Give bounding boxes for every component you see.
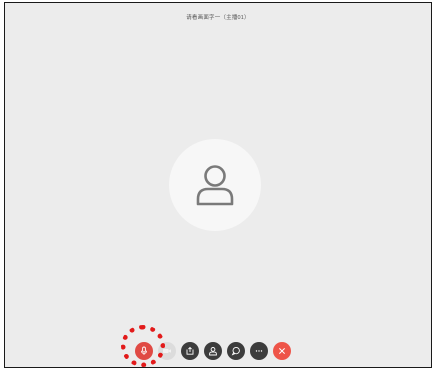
video-call-window: 请看画面字一（主播01） [4, 2, 432, 368]
share-screen-icon [186, 346, 194, 355]
video-button[interactable] [158, 342, 176, 360]
person-icon [209, 347, 217, 356]
meeting-title: 请看画面字一（主播01） [186, 15, 250, 21]
more-button[interactable] [250, 342, 268, 360]
participant-avatar [169, 139, 261, 231]
hang-up-button[interactable] [273, 342, 291, 360]
share-screen-button[interactable] [181, 342, 199, 360]
call-toolbar [135, 341, 296, 361]
microphone-icon [141, 346, 147, 355]
close-icon [279, 348, 285, 354]
video-icon [163, 349, 171, 353]
microphone-button[interactable] [135, 342, 153, 360]
ellipsis-icon [255, 350, 263, 352]
user-icon [196, 165, 234, 206]
chat-button[interactable] [227, 342, 245, 360]
participants-button[interactable] [204, 342, 222, 360]
chat-bubble-icon [231, 346, 240, 356]
